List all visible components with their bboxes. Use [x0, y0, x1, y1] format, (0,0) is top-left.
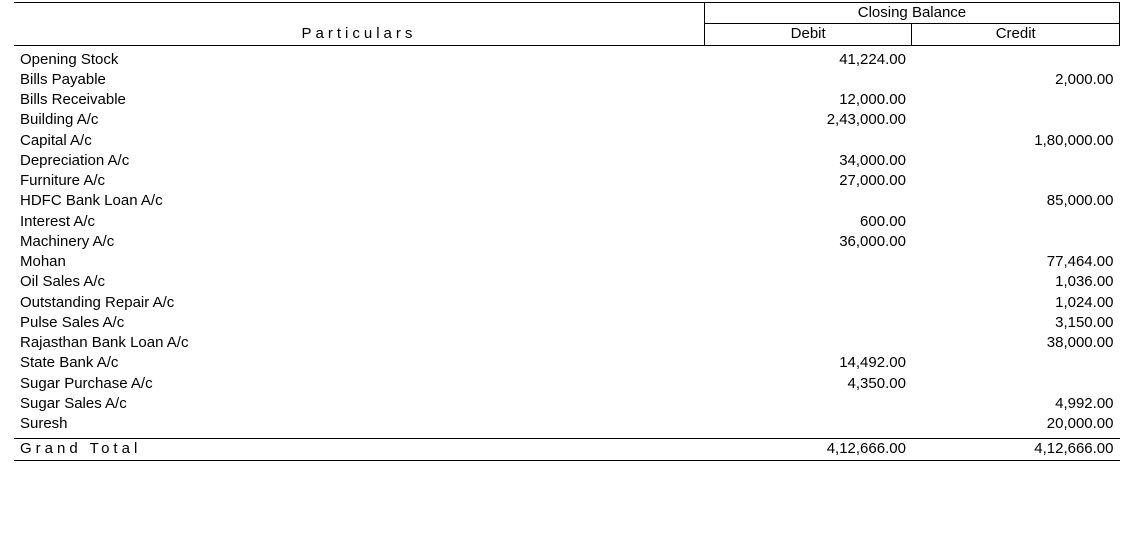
cell-debit: 27,000.00	[704, 171, 912, 191]
cell-credit	[912, 50, 1120, 70]
cell-particulars: Interest A/c	[14, 212, 704, 232]
cell-credit: 20,000.00	[912, 414, 1120, 434]
table-row: Suresh 20,000.00	[14, 414, 1120, 434]
table-row: Capital A/c 1,80,000.00	[14, 131, 1120, 151]
header-closing-balance: Closing Balance	[704, 3, 1119, 24]
cell-particulars: Building A/c	[14, 110, 704, 130]
cell-debit: 36,000.00	[704, 232, 912, 252]
cell-credit: 4,992.00	[912, 394, 1120, 414]
cell-particulars: Opening Stock	[14, 50, 704, 70]
header-debit: Debit	[704, 24, 912, 45]
cell-debit: 4,350.00	[704, 374, 912, 394]
cell-credit: 77,464.00	[912, 252, 1120, 272]
cell-particulars: State Bank A/c	[14, 353, 704, 373]
cell-particulars: Bills Payable	[14, 70, 704, 90]
cell-debit	[704, 70, 912, 90]
table-row: Furniture A/c27,000.00	[14, 171, 1120, 191]
cell-credit: 38,000.00	[912, 333, 1120, 353]
cell-credit	[912, 212, 1120, 232]
cell-particulars: Oil Sales A/c	[14, 272, 704, 292]
cell-debit	[704, 272, 912, 292]
table-row: Depreciation A/c34,000.00	[14, 151, 1120, 171]
cell-debit	[704, 293, 912, 313]
header-credit: Credit	[912, 24, 1120, 45]
cell-debit	[704, 252, 912, 272]
cell-particulars: Sugar Purchase A/c	[14, 374, 704, 394]
cell-particulars: Sugar Sales A/c	[14, 394, 704, 414]
table-row: Outstanding Repair A/c 1,024.00	[14, 293, 1120, 313]
cell-credit: 1,036.00	[912, 272, 1120, 292]
cell-debit: 41,224.00	[704, 50, 912, 70]
cell-credit	[912, 353, 1120, 373]
cell-debit: 2,43,000.00	[704, 110, 912, 130]
cell-particulars: Furniture A/c	[14, 171, 704, 191]
table-row: Opening Stock41,224.00	[14, 50, 1120, 70]
table-body: Opening Stock41,224.00Bills Payable 2,000…	[14, 45, 1120, 439]
cell-debit	[704, 414, 912, 434]
table-row: Oil Sales A/c 1,036.00	[14, 272, 1120, 292]
cell-particulars: HDFC Bank Loan A/c	[14, 191, 704, 211]
cell-credit	[912, 232, 1120, 252]
table-row: Sugar Sales A/c 4,992.00	[14, 394, 1120, 414]
cell-particulars: Machinery A/c	[14, 232, 704, 252]
table-row: Bills Receivable12,000.00	[14, 90, 1120, 110]
table-row: State Bank A/c14,492.00	[14, 353, 1120, 373]
cell-particulars: Suresh	[14, 414, 704, 434]
header-particulars: Particulars	[14, 3, 704, 46]
cell-particulars: Outstanding Repair A/c	[14, 293, 704, 313]
grand-total-label: Grand Total	[14, 439, 704, 460]
cell-particulars: Depreciation A/c	[14, 151, 704, 171]
cell-credit: 1,80,000.00	[912, 131, 1120, 151]
cell-particulars: Mohan	[14, 252, 704, 272]
cell-debit	[704, 394, 912, 414]
cell-particulars: Pulse Sales A/c	[14, 313, 704, 333]
cell-credit: 3,150.00	[912, 313, 1120, 333]
cell-particulars: Rajasthan Bank Loan A/c	[14, 333, 704, 353]
cell-debit: 12,000.00	[704, 90, 912, 110]
cell-credit: 1,024.00	[912, 293, 1120, 313]
table-row: Pulse Sales A/c 3,150.00	[14, 313, 1120, 333]
cell-credit	[912, 110, 1120, 130]
grand-total-credit: 4,12,666.00	[912, 439, 1120, 460]
trial-balance-table: Particulars Closing Balance Debit Credit…	[14, 2, 1120, 461]
table-row: Bills Payable 2,000.00	[14, 70, 1120, 90]
cell-credit: 2,000.00	[912, 70, 1120, 90]
table-footer: Grand Total 4,12,666.00 4,12,666.00	[14, 439, 1120, 460]
cell-particulars: Capital A/c	[14, 131, 704, 151]
cell-credit	[912, 374, 1120, 394]
cell-debit	[704, 333, 912, 353]
table-row: Interest A/c600.00	[14, 212, 1120, 232]
table-row: Rajasthan Bank Loan A/c 38,000.00	[14, 333, 1120, 353]
trial-balance-page: Particulars Closing Balance Debit Credit…	[0, 0, 1134, 469]
cell-debit: 14,492.00	[704, 353, 912, 373]
table-row: Machinery A/c36,000.00	[14, 232, 1120, 252]
cell-debit	[704, 313, 912, 333]
cell-debit	[704, 131, 912, 151]
table-row: Mohan 77,464.00	[14, 252, 1120, 272]
grand-total-debit: 4,12,666.00	[704, 439, 912, 460]
cell-particulars: Bills Receivable	[14, 90, 704, 110]
cell-credit	[912, 90, 1120, 110]
table-row: HDFC Bank Loan A/c 85,000.00	[14, 191, 1120, 211]
table-row: Sugar Purchase A/c4,350.00	[14, 374, 1120, 394]
cell-credit	[912, 171, 1120, 191]
cell-debit: 34,000.00	[704, 151, 912, 171]
cell-debit	[704, 191, 912, 211]
table-header: Particulars Closing Balance Debit Credit	[14, 3, 1120, 46]
cell-credit: 85,000.00	[912, 191, 1120, 211]
cell-credit	[912, 151, 1120, 171]
table-row: Building A/c2,43,000.00	[14, 110, 1120, 130]
cell-debit: 600.00	[704, 212, 912, 232]
